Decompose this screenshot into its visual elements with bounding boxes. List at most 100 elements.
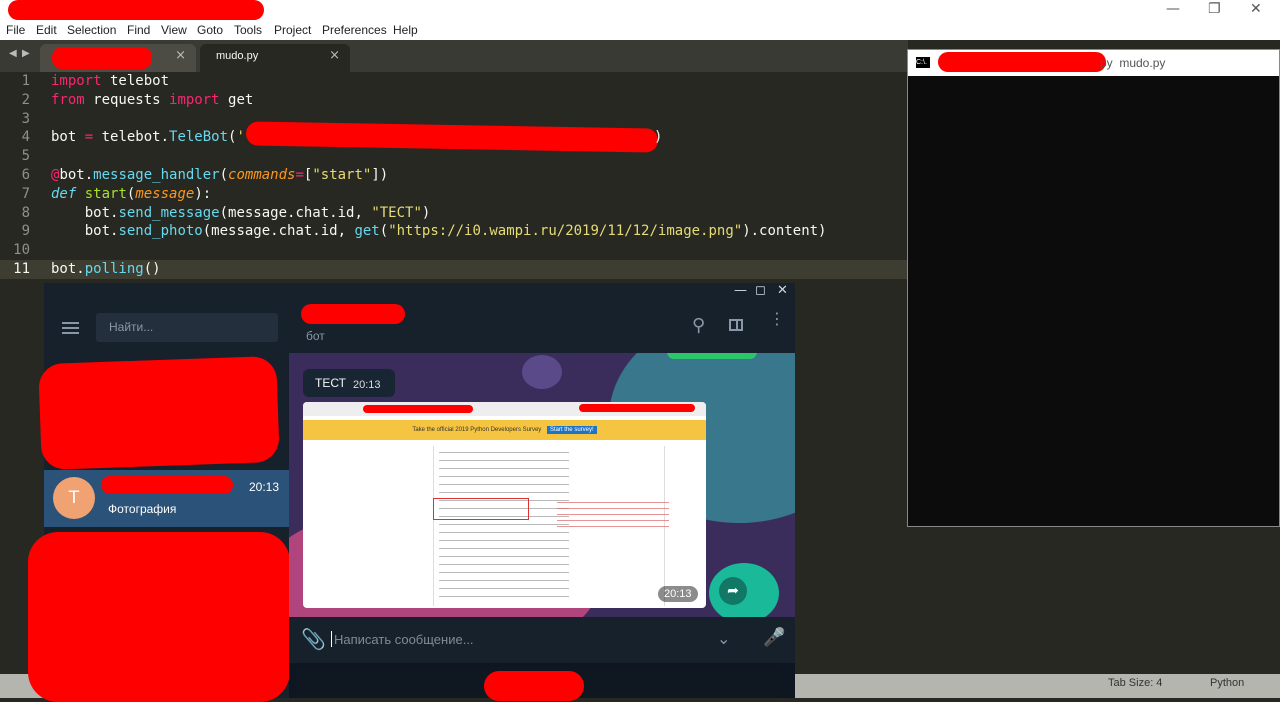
search-icon[interactable]: ⚲ [692,315,705,336]
close-icon[interactable]: ✕ [1250,1,1262,17]
message-time: 20:13 [353,379,381,391]
tab-mudo-py[interactable]: mudo.py × [200,44,350,72]
menu-selection[interactable]: Selection [67,23,116,37]
menu-icon[interactable] [62,322,79,334]
photo-code-lines [439,452,569,602]
photo-message[interactable]: Take the official 2019 Python Developers… [303,402,706,608]
message-input[interactable]: Написать сообщение... [331,625,701,655]
bg-decoration [522,355,562,389]
code-line: import telebot [51,73,170,89]
redaction-mark [579,404,695,412]
tab-label: mudo.py [216,50,259,62]
tab-redacted[interactable]: × [40,44,196,72]
menu-find[interactable]: Find [127,23,150,37]
menu-view[interactable]: View [161,23,187,37]
redaction-mark [245,121,659,153]
menu-preferences[interactable]: Preferences [322,23,387,37]
tab-prev-icon[interactable]: ◀ [9,48,17,59]
attach-icon[interactable]: 📎 [301,627,326,652]
code-line: @bot.message_handler(commands=["start"]) [51,167,389,183]
code-line: bot.send_message(message.chat.id, "ТЕСТ"… [51,205,431,221]
chat-header: бот ⚲ ⋮ [289,302,795,353]
code-line: from requests import get [51,92,254,108]
line-number: 8 [21,205,30,221]
chat-preview: Фотография [108,502,177,516]
avatar: T [53,477,95,519]
chat-list-item-active[interactable]: T 20:13 Фотография [44,470,289,527]
syntax-indicator[interactable]: Python [1210,677,1244,689]
restore-icon[interactable]: ❐ [1208,1,1221,17]
tab-size-indicator[interactable]: Tab Size: 4 [1108,677,1162,689]
close-tab-icon[interactable]: × [175,48,186,63]
line-number: 9 [21,223,30,239]
avatar-letter: T [68,488,80,508]
code-line: bot = telebot.TeleBot(' [51,129,245,145]
line-number: 7 [21,186,30,202]
bg-decoration [667,353,757,359]
menu-tools[interactable]: Tools [234,23,262,37]
console-icon: C:\. [916,57,930,68]
photo-time: 20:13 [658,586,698,602]
chat-panel: бот ⚲ ⋮ ТЕСТ 20:13 Take the official 201… [289,302,795,698]
more-icon[interactable]: ⋮ [769,311,785,327]
redaction-mark [301,304,405,324]
window-titlebar: — ❐ ✕ [0,0,1280,22]
menu-help[interactable]: Help [393,23,418,37]
tab-next-icon[interactable]: ▶ [22,48,30,59]
console-titlebar: C:\. py mudo.py [908,50,1279,76]
menu-bar: File Edit Selection Find View Goto Tools… [0,22,1280,40]
code-line: ) [654,129,663,145]
maximize-icon[interactable]: ◻ [755,283,766,298]
redaction-mark [8,0,264,20]
photo-banner-text: Take the official 2019 Python Developers… [412,427,542,433]
line-number: 3 [21,111,30,127]
message-input-bar: 📎 Написать сообщение... ⌄ 🎤 [289,617,795,663]
search-input[interactable]: Найти... [96,313,278,342]
chevron-down-icon[interactable]: ⌄ [717,629,730,649]
photo-highlight-box [433,498,529,520]
redaction-mark [363,405,473,413]
code-line: bot.polling() [51,261,161,277]
chat-status: бот [306,329,325,343]
code-line: def start(message): [51,186,212,202]
redaction-mark [28,532,290,702]
console-title: py mudo.py [1100,56,1166,70]
message-bubble[interactable]: ТЕСТ 20:13 [303,369,395,397]
search-placeholder: Найти... [109,320,154,334]
photo-banner-button: Start the survey! [546,426,597,434]
line-number: 4 [21,129,30,145]
message-input-placeholder: Написать сообщение... [334,632,474,647]
menu-file[interactable]: File [6,23,25,37]
line-number: 5 [21,148,30,164]
line-number: 2 [21,92,30,108]
close-tab-icon[interactable]: × [329,48,340,63]
photo-banner: Take the official 2019 Python Developers… [303,420,706,440]
close-icon[interactable]: ✕ [777,283,788,298]
minimize-icon[interactable]: — [1166,1,1180,17]
line-number: 6 [21,167,30,183]
redaction-mark [938,52,1106,72]
redaction-mark [101,476,233,494]
chat-background: ТЕСТ 20:13 Take the official 2019 Python… [289,353,795,617]
redaction-mark [38,355,280,471]
menu-goto[interactable]: Goto [197,23,223,37]
sidebar-toggle-icon[interactable] [729,319,743,331]
forward-icon[interactable]: ➦ [719,577,747,605]
menu-edit[interactable]: Edit [36,23,57,37]
chat-list-sidebar: Найти... T 20:13 Фотография [28,302,290,702]
line-number: 11 [13,261,30,277]
telegram-titlebar: — ◻ ✕ [44,283,795,302]
code-line: bot.send_photo(message.chat.id, get("htt… [51,223,827,239]
telegram-window[interactable]: — ◻ ✕ Найти... T 20:13 Фотография бот ⚲ [28,283,795,702]
redaction-mark [484,671,584,701]
input-cursor [331,631,332,647]
minimize-icon[interactable]: — [734,283,747,298]
microphone-icon[interactable]: 🎤 [763,627,785,648]
redaction-mark [52,47,152,69]
line-number: 10 [13,242,30,258]
message-text: ТЕСТ [315,376,346,390]
menu-project[interactable]: Project [274,23,311,37]
console-window[interactable]: C:\. py mudo.py [907,49,1280,527]
chat-time: 20:13 [249,480,280,494]
tab-bar: ◀ ▶ × mudo.py × [0,40,908,72]
